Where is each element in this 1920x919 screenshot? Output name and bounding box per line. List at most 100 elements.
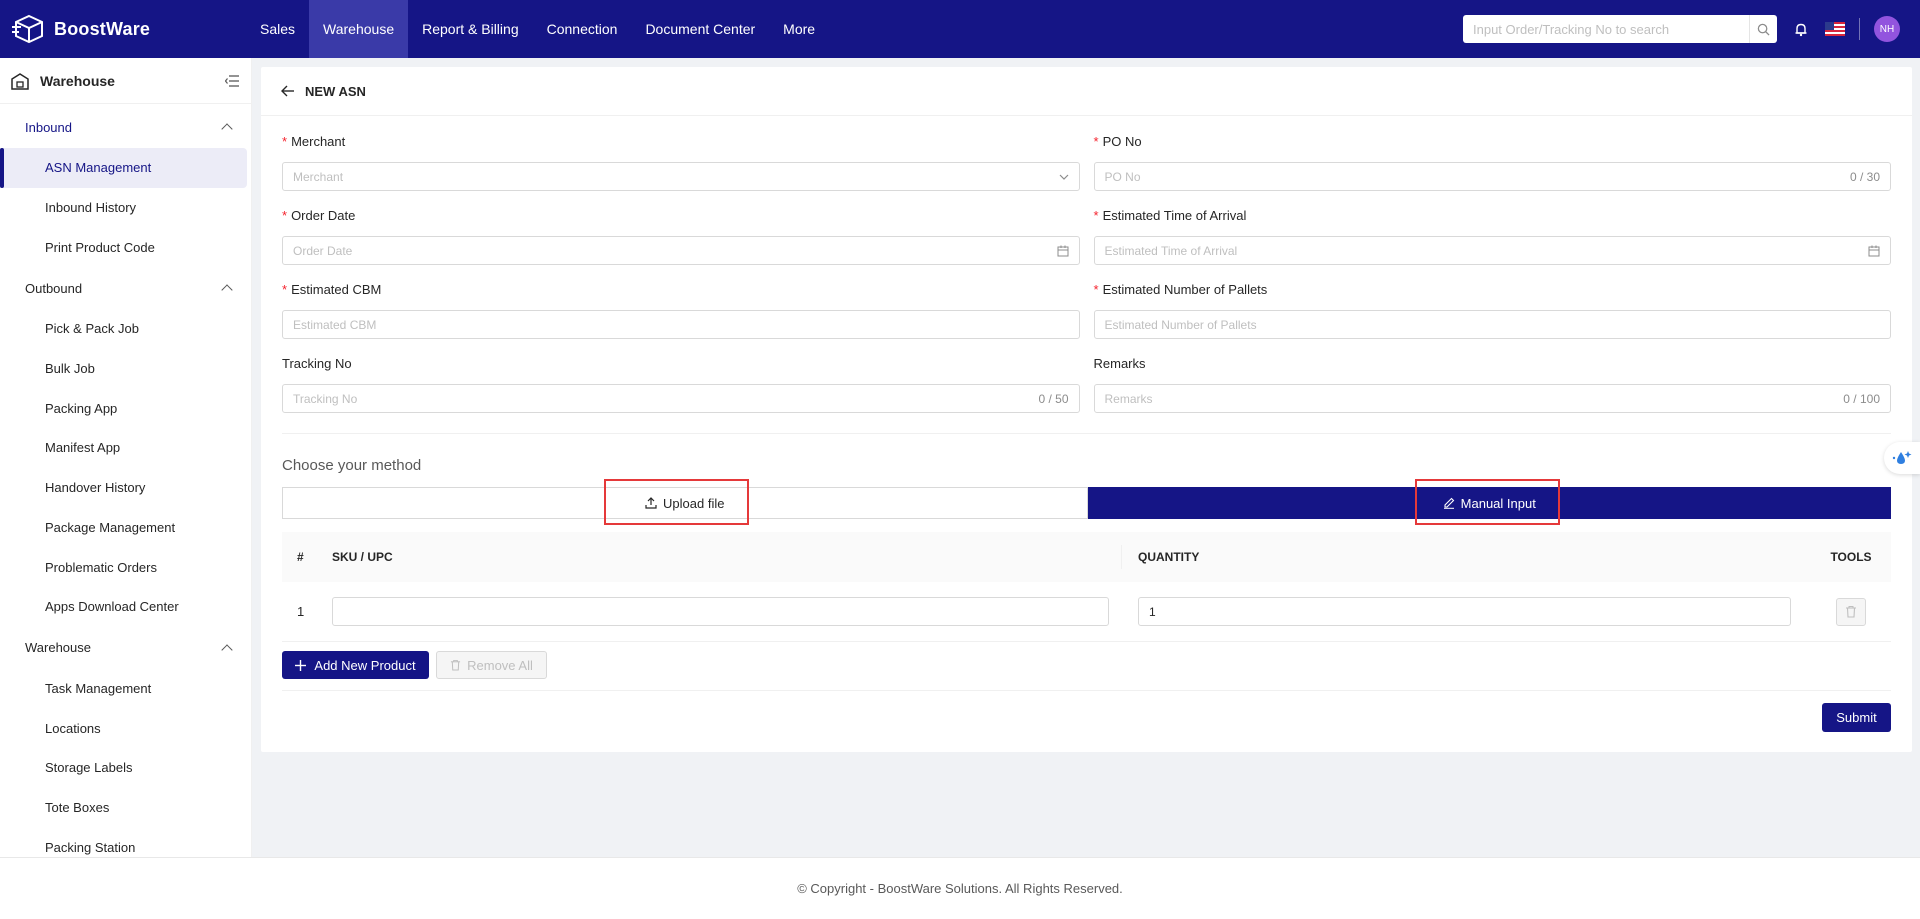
eta-placeholder: Estimated Time of Arrival [1104, 243, 1238, 258]
search-input[interactable] [1463, 16, 1749, 42]
asn-form-card: NEW ASN * Merchant Merchant * PO No PO No … [261, 67, 1912, 752]
table-header: # SKU / UPC QUANTITY TOOLS [282, 532, 1891, 582]
logo-icon [12, 14, 46, 44]
method-selector: Upload file Manual Input [282, 487, 1891, 519]
calendar-icon [1868, 245, 1880, 256]
plus-icon [295, 659, 307, 671]
sidebar-item-apps-download-center[interactable]: Apps Download Center [0, 587, 251, 627]
user-avatar[interactable]: NH [1874, 16, 1900, 42]
toolbar-divider [1859, 18, 1860, 40]
method-title: Choose your method [282, 457, 422, 474]
quantity-input[interactable]: 1 [1138, 597, 1791, 626]
sidebar-group-outbound[interactable]: Outbound [0, 267, 251, 309]
notification-bell-icon[interactable] [1791, 19, 1811, 39]
search-button[interactable] [1749, 15, 1777, 43]
calendar-icon [1057, 245, 1068, 256]
delete-row-button[interactable] [1836, 597, 1866, 626]
app-name: BoostWare [54, 18, 151, 39]
eta-field: * Estimated Time of Arrival Estimated Tim… [1093, 208, 1891, 265]
sidebar-item-locations[interactable]: Locations [0, 708, 251, 748]
chevron-up-icon [221, 284, 233, 296]
droplet-sparkle-icon [1892, 451, 1912, 464]
back-arrow-icon[interactable] [281, 85, 295, 97]
remarks-input[interactable]: Remarks 0 / 100 [1093, 384, 1891, 413]
trash-icon [1846, 606, 1856, 618]
sidebar-title: Warehouse [40, 72, 115, 89]
remarks-field: Remarks Remarks 0 / 100 [1093, 356, 1891, 413]
remove-all-label: Remove All [467, 657, 533, 673]
col-header-index: # [297, 550, 304, 564]
merchant-placeholder: Merchant [293, 169, 344, 184]
remarks-placeholder: Remarks [1104, 391, 1153, 406]
floating-assistant-button[interactable] [1884, 442, 1920, 474]
order-date-placeholder: Order Date [293, 243, 353, 258]
remarks-label: Remarks [1093, 356, 1146, 371]
sidebar-item-print-product-code[interactable]: Print Product Code [0, 227, 251, 267]
merchant-select[interactable]: Merchant [282, 162, 1080, 191]
chevron-up-icon [221, 123, 233, 135]
sidebar-item-asn-management[interactable]: ASN Management [0, 148, 247, 188]
col-header-tools: TOOLS [1830, 550, 1872, 564]
sidebar-group-label: Inbound [25, 119, 72, 135]
tracking-no-char-count: 0 / 50 [1038, 391, 1069, 406]
po-no-label: PO No [1102, 134, 1142, 149]
sidebar-item-bulk-job[interactable]: Bulk Job [0, 349, 251, 389]
nav-more[interactable]: More [769, 0, 829, 58]
nav-warehouse[interactable]: Warehouse [309, 0, 409, 58]
product-table: # SKU / UPC QUANTITY TOOLS 1 1 [282, 532, 1891, 642]
sidebar-item-pick-pack-job[interactable]: Pick & Pack Job [0, 309, 251, 349]
pallets-input[interactable]: Estimated Number of Pallets [1093, 310, 1891, 339]
sidebar-item-storage-labels[interactable]: Storage Labels [0, 748, 251, 788]
sidebar-group-inbound[interactable]: Inbound [0, 106, 251, 148]
sidebar-item-task-management[interactable]: Task Management [0, 669, 251, 709]
page-title: NEW ASN [305, 83, 366, 99]
sidebar-item-packing-station[interactable]: Packing Station [0, 827, 251, 857]
sidebar-item-problematic-orders[interactable]: Problematic Orders [0, 547, 251, 587]
add-new-product-button[interactable]: Add New Product [282, 651, 429, 679]
order-date-field: * Order Date Order Date [282, 208, 1080, 265]
trash-icon [451, 659, 461, 671]
us-flag-language-icon[interactable] [1825, 22, 1845, 36]
col-header-sku: SKU / UPC [332, 545, 1122, 569]
merchant-label: Merchant [291, 134, 346, 149]
sidebar-item-manifest-app[interactable]: Manifest App [0, 428, 251, 468]
row-index: 1 [297, 604, 305, 619]
merchant-field: * Merchant Merchant [282, 134, 1080, 191]
sidebar-item-handover-history[interactable]: Handover History [0, 468, 251, 508]
table-row: 1 1 [282, 582, 1891, 642]
remarks-char-count: 0 / 100 [1843, 391, 1880, 406]
highlight-box-manual [1415, 479, 1560, 525]
sidebar-item-tote-boxes[interactable]: Tote Boxes [0, 788, 251, 828]
app-logo[interactable]: BoostWare [0, 14, 246, 44]
warehouse-icon [11, 72, 29, 90]
sidebar-item-package-management[interactable]: Package Management [0, 508, 251, 548]
cbm-placeholder: Estimated CBM [293, 317, 377, 332]
remove-all-button[interactable]: Remove All [436, 651, 547, 679]
search-icon [1757, 23, 1770, 36]
po-no-input[interactable]: PO No 0 / 30 [1093, 162, 1891, 191]
tracking-no-field: Tracking No Tracking No 0 / 50 [282, 356, 1080, 413]
copyright-text: © Copyright - BoostWare Solutions. All R… [797, 881, 1123, 896]
cbm-input[interactable]: Estimated CBM [282, 310, 1080, 339]
sku-input[interactable] [332, 597, 1109, 626]
sidebar-item-packing-app[interactable]: Packing App [0, 388, 251, 428]
collapse-menu-icon[interactable] [225, 74, 239, 87]
sidebar-item-inbound-history[interactable]: Inbound History [0, 188, 251, 228]
nav-report-billing[interactable]: Report & Billing [408, 0, 533, 58]
nav-document-center[interactable]: Document Center [631, 0, 769, 58]
top-navbar: BoostWare Sales Warehouse Report & Billi… [0, 0, 1920, 58]
tracking-no-placeholder: Tracking No [293, 391, 358, 406]
sidebar-group-label: Outbound [25, 280, 83, 296]
sidebar-header: Warehouse [0, 58, 251, 104]
sidebar-group-warehouse[interactable]: Warehouse [0, 627, 251, 669]
nav-connection[interactable]: Connection [533, 0, 632, 58]
col-header-quantity: QUANTITY [1138, 550, 1200, 564]
footer: © Copyright - BoostWare Solutions. All R… [0, 857, 1920, 919]
order-date-picker[interactable]: Order Date [282, 236, 1080, 265]
highlight-box-upload [604, 479, 749, 525]
order-date-label: Order Date [291, 208, 356, 223]
submit-button[interactable]: Submit [1822, 703, 1891, 732]
tracking-no-input[interactable]: Tracking No 0 / 50 [282, 384, 1080, 413]
nav-sales[interactable]: Sales [246, 0, 309, 58]
eta-date-picker[interactable]: Estimated Time of Arrival [1093, 236, 1891, 265]
